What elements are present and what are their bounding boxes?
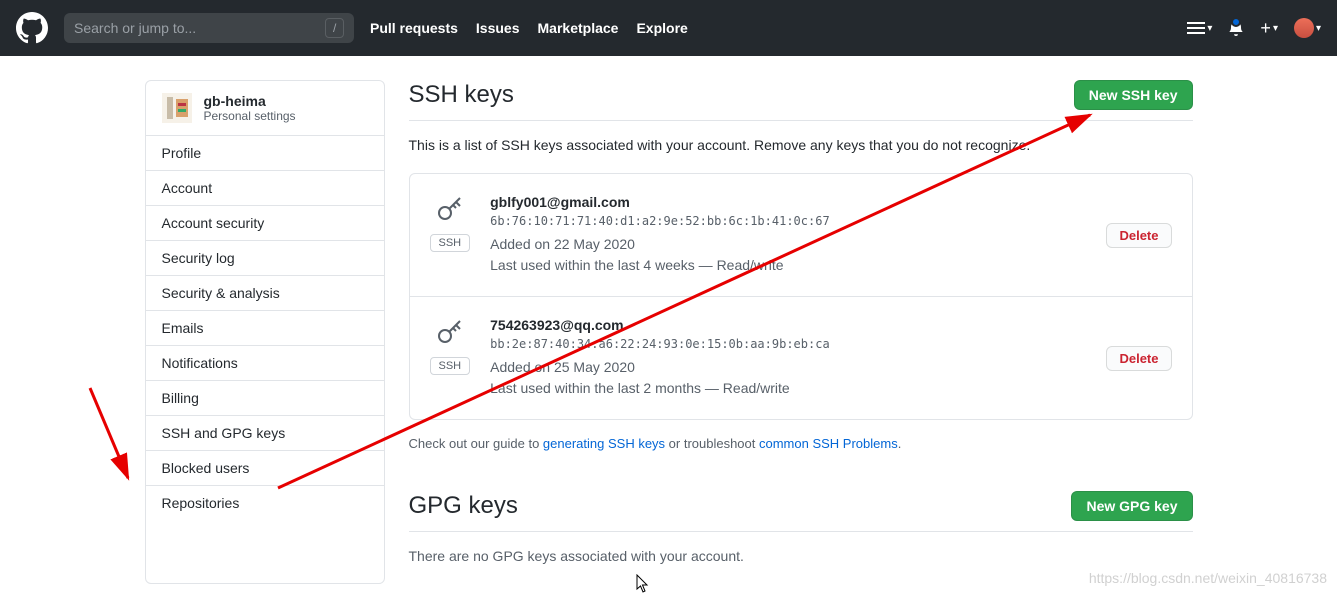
github-logo-icon[interactable] bbox=[16, 12, 48, 44]
sidebar-subtitle: Personal settings bbox=[204, 109, 296, 123]
sidebar-item-profile[interactable]: Profile bbox=[146, 136, 384, 171]
header-nav: Pull requests Issues Marketplace Explore bbox=[370, 20, 688, 36]
hint-text: Check out our guide to bbox=[409, 436, 543, 451]
nav-marketplace[interactable]: Marketplace bbox=[538, 20, 619, 36]
ssh-title: SSH keys bbox=[409, 81, 514, 109]
gpg-title: GPG keys bbox=[409, 492, 518, 520]
sidebar-item-emails[interactable]: Emails bbox=[146, 311, 384, 346]
key-icon bbox=[434, 194, 466, 226]
cursor-icon bbox=[636, 574, 650, 594]
sidebar-item-security-analysis[interactable]: Security & analysis bbox=[146, 276, 384, 311]
main-content: SSH keys New SSH key This is a list of S… bbox=[409, 80, 1193, 584]
new-gpg-key-button[interactable]: New GPG key bbox=[1071, 491, 1192, 521]
link-common-ssh-problems[interactable]: common SSH Problems bbox=[759, 436, 898, 451]
ssh-key-row: SSH 754263923@qq.com bb:2e:87:40:34:a6:2… bbox=[410, 297, 1192, 419]
key-title: gblfy001@gmail.com bbox=[490, 194, 1090, 210]
caret-down-icon: ▾ bbox=[1273, 23, 1278, 34]
page-container: gb-heima Personal settings Profile Accou… bbox=[129, 80, 1209, 584]
search-box[interactable]: / bbox=[64, 13, 354, 43]
key-icon bbox=[434, 317, 466, 349]
ssh-description: This is a list of SSH keys associated wi… bbox=[409, 137, 1193, 153]
gpg-empty-text: There are no GPG keys associated with yo… bbox=[409, 548, 1193, 564]
menu-dropdown[interactable]: ▾ bbox=[1187, 21, 1212, 35]
ssh-hint: Check out our guide to generating SSH ke… bbox=[409, 436, 1193, 451]
sidebar-item-account-security[interactable]: Account security bbox=[146, 206, 384, 241]
ssh-section-header: SSH keys New SSH key bbox=[409, 80, 1193, 121]
header-right: ▾ +▾ ▾ bbox=[1187, 18, 1321, 39]
gpg-section-header: GPG keys New GPG key bbox=[409, 491, 1193, 532]
sidebar-item-notifications[interactable]: Notifications bbox=[146, 346, 384, 381]
key-fingerprint: bb:2e:87:40:34:a6:22:24:93:0e:15:0b:aa:9… bbox=[490, 337, 1090, 351]
slash-key-icon: / bbox=[325, 18, 344, 38]
key-fingerprint: 6b:76:10:71:71:40:d1:a2:9e:52:bb:6c:1b:4… bbox=[490, 214, 1090, 228]
settings-sidebar: gb-heima Personal settings Profile Accou… bbox=[145, 80, 385, 584]
watermark-text: https://blog.csdn.net/weixin_40816738 bbox=[1089, 570, 1327, 586]
create-new-dropdown[interactable]: +▾ bbox=[1260, 18, 1278, 39]
key-added-date: Added on 22 May 2020 bbox=[490, 234, 1090, 255]
global-header: / Pull requests Issues Marketplace Explo… bbox=[0, 0, 1337, 56]
delete-key-button[interactable]: Delete bbox=[1106, 223, 1171, 248]
sidebar-item-blocked-users[interactable]: Blocked users bbox=[146, 451, 384, 486]
sidebar-header: gb-heima Personal settings bbox=[146, 81, 384, 136]
hint-text: . bbox=[898, 436, 902, 451]
hint-text: or troubleshoot bbox=[665, 436, 759, 451]
new-ssh-key-button[interactable]: New SSH key bbox=[1074, 80, 1193, 110]
caret-down-icon: ▾ bbox=[1207, 23, 1212, 34]
key-title: 754263923@qq.com bbox=[490, 317, 1090, 333]
search-input[interactable] bbox=[74, 20, 325, 36]
avatar-icon bbox=[1294, 18, 1314, 38]
key-added-date: Added on 25 May 2020 bbox=[490, 357, 1090, 378]
delete-key-button[interactable]: Delete bbox=[1106, 346, 1171, 371]
key-last-used: Last used within the last 4 weeks — Read… bbox=[490, 255, 1090, 276]
sidebar-item-billing[interactable]: Billing bbox=[146, 381, 384, 416]
ssh-keys-list: SSH gblfy001@gmail.com 6b:76:10:71:71:40… bbox=[409, 173, 1193, 420]
link-generating-ssh-keys[interactable]: generating SSH keys bbox=[543, 436, 665, 451]
ssh-badge: SSH bbox=[430, 357, 471, 375]
ssh-badge: SSH bbox=[430, 234, 471, 252]
nav-explore[interactable]: Explore bbox=[636, 20, 687, 36]
user-menu-dropdown[interactable]: ▾ bbox=[1294, 18, 1321, 38]
sidebar-item-account[interactable]: Account bbox=[146, 171, 384, 206]
sidebar-item-security-log[interactable]: Security log bbox=[146, 241, 384, 276]
sidebar-item-repositories[interactable]: Repositories bbox=[146, 486, 384, 520]
sidebar-username: gb-heima bbox=[204, 93, 296, 109]
nav-issues[interactable]: Issues bbox=[476, 20, 520, 36]
notifications-button[interactable] bbox=[1228, 20, 1244, 36]
ssh-key-row: SSH gblfy001@gmail.com 6b:76:10:71:71:40… bbox=[410, 174, 1192, 297]
key-last-used: Last used within the last 2 months — Rea… bbox=[490, 378, 1090, 399]
user-avatar-icon bbox=[162, 93, 192, 123]
sidebar-item-ssh-gpg-keys[interactable]: SSH and GPG keys bbox=[146, 416, 384, 451]
nav-pull-requests[interactable]: Pull requests bbox=[370, 20, 458, 36]
caret-down-icon: ▾ bbox=[1316, 23, 1321, 34]
